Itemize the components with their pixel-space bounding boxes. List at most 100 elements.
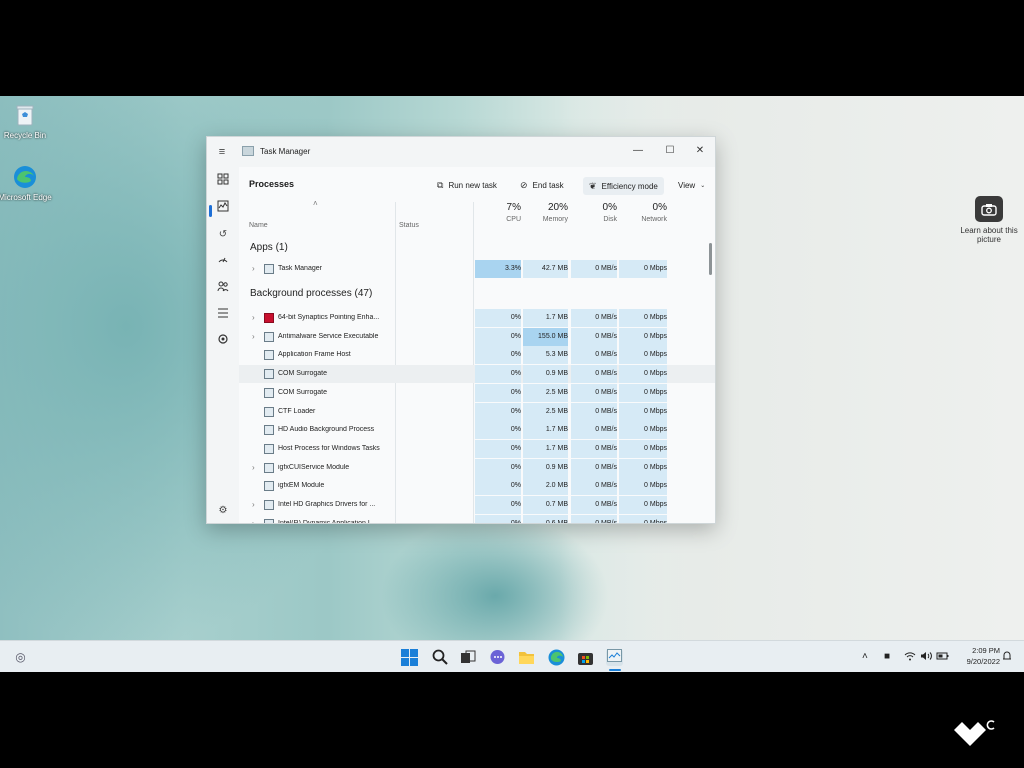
- process-icon: [264, 518, 274, 523]
- recycle-bin-icon: [12, 102, 38, 128]
- processes-pane: Processes ⧉ Run new task ⊘ End task ❦ Ef…: [239, 167, 715, 524]
- show-hidden-icons-chevron-icon[interactable]: ˄: [862, 651, 868, 662]
- process-name: igfxEM Module: [278, 482, 325, 490]
- window-title: Task Manager: [260, 147, 311, 156]
- tray-app-icon[interactable]: ■: [884, 651, 890, 662]
- column-header-name[interactable]: ˄ Name: [249, 199, 389, 236]
- page-title: Processes: [249, 179, 295, 189]
- close-button[interactable]: ✕: [685, 141, 715, 161]
- cpu-value: 0%: [510, 463, 521, 471]
- table-row[interactable]: COM Surrogate 0% 2.5 MB 0 MB/s 0 Mbps: [239, 383, 715, 402]
- performance-icon[interactable]: [215, 200, 231, 216]
- desktop-icon-edge[interactable]: Microsoft Edge: [0, 164, 52, 202]
- scrollbar-thumb[interactable]: [709, 243, 712, 275]
- table-row[interactable]: › Antimalware Service Executable 0% 155.0 M…: [239, 327, 715, 346]
- cpu-value: 0%: [510, 388, 521, 396]
- table-row[interactable]: › 64-bit Synaptics Pointing Enha... 0% 1.7 …: [239, 309, 715, 327]
- cpu-value: 0%: [510, 370, 521, 378]
- expand-chevron-icon[interactable]: ›: [252, 264, 255, 273]
- process-icon: [264, 331, 274, 342]
- users-icon[interactable]: [215, 280, 231, 296]
- disk-value: 0 MB/s: [595, 444, 617, 452]
- chat-icon[interactable]: [489, 649, 506, 666]
- active-app-indicator: [609, 669, 621, 671]
- settings-icon[interactable]: ⚙: [215, 503, 231, 519]
- network-value: 0 Mbps: [644, 482, 667, 490]
- efficiency-mode-button[interactable]: ❦ Efficiency mode: [583, 177, 664, 195]
- battery-icon[interactable]: [936, 651, 949, 664]
- process-name: Application Frame Host: [278, 351, 351, 359]
- table-row[interactable]: CTF Loader 0% 2.5 MB 0 MB/s 0 Mbps: [239, 402, 715, 421]
- cpu-value: 3.3%: [505, 265, 521, 272]
- search-icon[interactable]: [431, 649, 448, 666]
- table-row[interactable]: HD Audio Background Process 0% 1.7 MB 0 MB/…: [239, 421, 715, 440]
- startup-apps-icon[interactable]: [215, 253, 231, 269]
- task-manager-app-icon: [242, 146, 254, 156]
- task-view-icon[interactable]: [459, 649, 476, 666]
- wifi-icon[interactable]: [904, 651, 916, 664]
- column-header-memory[interactable]: 20% Memory: [523, 202, 568, 236]
- hamburger-menu-icon[interactable]: ≡: [216, 145, 228, 159]
- volume-icon[interactable]: [920, 651, 932, 664]
- process-icon: [264, 369, 274, 380]
- expand-chevron-icon[interactable]: ›: [252, 332, 255, 341]
- edge-taskbar-icon[interactable]: [548, 649, 565, 666]
- process-name: HD Audio Background Process: [278, 426, 375, 434]
- table-row[interactable]: › Intel HD Graphics Drivers for ... 0% 0.7 …: [239, 496, 715, 514]
- expand-chevron-icon[interactable]: ›: [252, 519, 255, 523]
- table-row[interactable]: igfxEM Module 0% 2.0 MB 0 MB/s 0 Mbps: [239, 477, 715, 496]
- widgets-icon[interactable]: ◎: [12, 649, 29, 666]
- details-icon[interactable]: [215, 307, 231, 323]
- table-row[interactable]: › Task Manager 3.3% 42.7 MB 0 MB/s 0 Mbps: [239, 260, 715, 278]
- disk-value: 0 MB/s: [595, 332, 617, 340]
- expand-chevron-icon[interactable]: ›: [252, 500, 255, 509]
- app-history-icon[interactable]: ↺: [215, 227, 231, 243]
- services-icon[interactable]: [215, 333, 231, 349]
- table-row[interactable]: › igfxCUIService Module 0% 0.9 MB 0 MB/s 0 Mb…: [239, 458, 715, 477]
- cpu-value: 0%: [510, 407, 521, 415]
- maximize-button[interactable]: ☐: [655, 141, 685, 161]
- learn-about-picture-widget[interactable]: Learn about this picture: [960, 196, 1018, 244]
- column-header-network[interactable]: 0% Network: [619, 202, 667, 236]
- edge-icon: [12, 164, 38, 190]
- view-button[interactable]: View ⌄: [678, 177, 705, 193]
- notification-bell-icon[interactable]: [1002, 651, 1012, 665]
- column-header-disk[interactable]: 0% Disk: [571, 202, 617, 236]
- memory-value: 2.0 MB: [545, 482, 568, 490]
- run-new-task-button[interactable]: ⧉ Run new task: [437, 177, 497, 193]
- end-task-button[interactable]: ⊘ End task: [520, 177, 564, 193]
- file-explorer-icon[interactable]: [518, 649, 535, 666]
- processes-icon[interactable]: [215, 173, 231, 189]
- table-row[interactable]: Application Frame Host 0% 5.3 MB 0 MB/s 0 Mb…: [239, 346, 715, 365]
- desktop-icon-recycle-bin[interactable]: Recycle Bin: [0, 102, 52, 140]
- memory-value: 0.7 MB: [545, 501, 568, 508]
- cpu-value: 0%: [510, 519, 521, 524]
- run-new-task-icon: ⧉: [437, 179, 444, 190]
- nav-selection-indicator: [209, 205, 212, 217]
- network-value: 0 Mbps: [644, 351, 667, 359]
- start-icon[interactable]: [401, 649, 418, 666]
- network-value: 0 Mbps: [644, 501, 667, 508]
- title-bar[interactable]: ≡ Task Manager — ☐ ✕: [207, 137, 715, 167]
- column-header-status[interactable]: Status: [399, 202, 459, 236]
- task-manager-taskbar-icon[interactable]: [606, 649, 623, 666]
- minimize-button[interactable]: —: [623, 141, 653, 161]
- memory-value: 0.6 MB: [545, 519, 568, 524]
- memory-value: 1.7 MB: [545, 444, 568, 452]
- column-header-cpu[interactable]: 7% CPU: [475, 202, 521, 236]
- cpu-value: 0%: [510, 351, 521, 359]
- table-row[interactable]: COM Surrogate 0% 0.9 MB 0 MB/s 0 Mbps: [239, 365, 715, 384]
- process-icon: [264, 500, 274, 510]
- table-row[interactable]: Host Process for Windows Tasks 0% 1.7 MB 0 …: [239, 439, 715, 458]
- disk-value: 0 MB/s: [595, 351, 617, 359]
- process-icon: [264, 264, 274, 274]
- memory-value: 1.7 MB: [545, 314, 568, 321]
- store-icon[interactable]: [577, 649, 594, 666]
- expand-chevron-icon[interactable]: ›: [252, 313, 255, 322]
- memory-value: 1.7 MB: [545, 426, 568, 434]
- watermark-logo: [950, 716, 1000, 746]
- table-row[interactable]: › Intel(R) Dynamic Application L... 0% 0.6 …: [239, 514, 715, 524]
- apps-section-header: Apps (1): [250, 242, 288, 253]
- expand-chevron-icon[interactable]: ›: [252, 463, 255, 472]
- clock[interactable]: 2:09 PM 9/20/2022: [956, 645, 1000, 667]
